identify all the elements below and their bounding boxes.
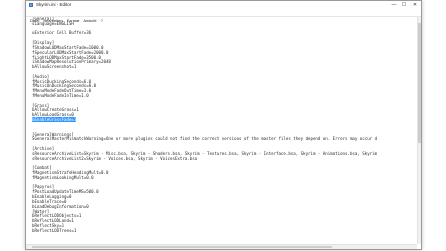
menu-bar: Datei Bearbeiten Format Ansicht? (26, 9, 421, 23)
editor-line: bReflectLODTrees=1 (32, 227, 77, 233)
notepad-icon (29, 3, 33, 7)
horizontal-scrollbar[interactable] (26, 244, 417, 249)
vertical-scroll-thumb[interactable] (418, 23, 421, 143)
close-button[interactable]: ✕ (410, 1, 420, 9)
window-title: Skyrim.ini - Editor (36, 2, 72, 7)
maximize-button[interactable]: ☐ (399, 1, 409, 9)
text-editor-area[interactable]: [General] sLanguage=ENGLISH uExterior Cell… (26, 17, 417, 244)
horizontal-scroll-thumb[interactable] (32, 246, 332, 248)
minimize-button[interactable]: — (389, 1, 399, 9)
vertical-scrollbar[interactable] (417, 17, 421, 244)
selected-text: bEnableGrassFade=1 (32, 117, 77, 123)
notepad-window: Skyrim.ini - Editor — ☐ ✕ Datei Bearbeite… (25, 0, 422, 250)
title-bar[interactable]: Skyrim.ini - Editor — ☐ ✕ (26, 1, 421, 9)
editor-line: SGeneralMasterMismatchWarning=One or mor… (32, 136, 378, 142)
